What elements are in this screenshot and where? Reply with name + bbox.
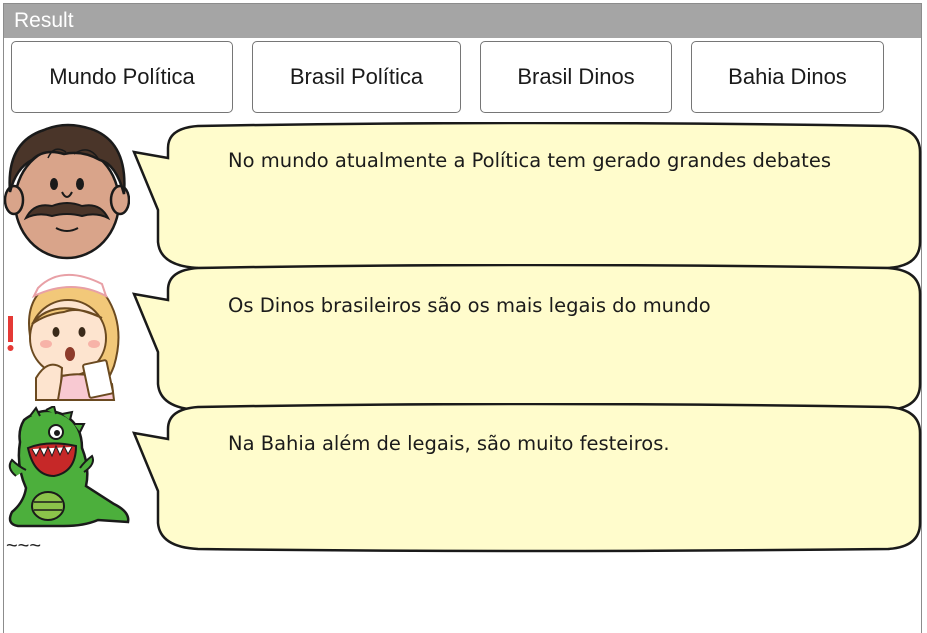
mundo-politica-button[interactable]: Mundo Política	[11, 41, 233, 113]
bahia-dinos-button[interactable]: Bahia Dinos	[691, 41, 884, 113]
speech-text-2: Os Dinos brasileiros são os mais legais …	[228, 294, 711, 317]
result-header: Result	[4, 4, 921, 38]
result-title: Result	[14, 9, 74, 32]
brasil-dinos-button[interactable]: Brasil Dinos	[480, 41, 672, 113]
speech-bubble-3	[131, 403, 922, 553]
speech-bubble-2	[131, 264, 922, 414]
nurse-avatar	[7, 273, 120, 401]
brasil-politica-button[interactable]: Brasil Política	[252, 41, 461, 113]
dino-avatar	[8, 406, 130, 528]
footer-tilde: ~~~	[6, 535, 42, 557]
man-avatar	[4, 123, 130, 260]
speech-text-3: Na Bahia além de legais, são muito feste…	[228, 432, 670, 455]
speech-text-1: No mundo atualmente a Política tem gerad…	[228, 149, 831, 172]
speech-bubble-1	[131, 122, 922, 272]
